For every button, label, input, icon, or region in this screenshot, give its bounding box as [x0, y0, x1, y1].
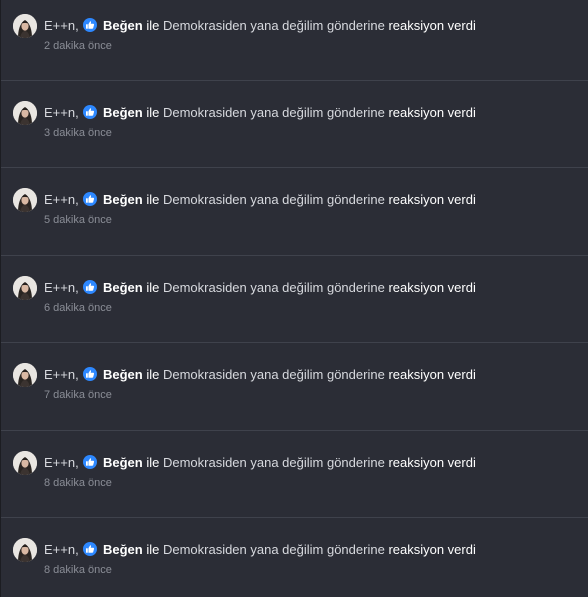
- notification-text: E++n, Beğen ile Demokrasiden yana değili…: [44, 455, 476, 471]
- notification-item[interactable]: E++n, Beğen ile Demokrasiden yana değili…: [1, 256, 588, 343]
- user-avatar[interactable]: [13, 14, 37, 38]
- post-text[interactable]: Demokrasiden yana değilim gönderine: [163, 542, 385, 557]
- notification-item[interactable]: E++n, Beğen ile Demokrasiden yana değili…: [1, 343, 588, 431]
- timestamp: 7 dakika önce: [44, 389, 112, 401]
- user-name[interactable]: E++n,: [44, 455, 79, 470]
- action-text: reaksiyon verdi: [388, 367, 476, 382]
- notification-item[interactable]: E++n, Beğen ile Demokrasiden yana değili…: [1, 81, 588, 168]
- action-text: reaksiyon verdi: [388, 192, 476, 207]
- notification-item[interactable]: E++n, Beğen ile Demokrasiden yana değili…: [1, 168, 588, 256]
- notification-list: E++n, Beğen ile Demokrasiden yana değili…: [0, 0, 588, 597]
- user-name[interactable]: E++n,: [44, 105, 79, 120]
- notification-text: E++n, Beğen ile Demokrasiden yana değili…: [44, 18, 476, 34]
- thumbs-up-icon: [83, 192, 98, 206]
- notification-item[interactable]: E++n, Beğen ile Demokrasiden yana değili…: [1, 0, 588, 81]
- post-text[interactable]: Demokrasiden yana değilim gönderine: [163, 367, 385, 382]
- thumbs-up-icon: [83, 280, 98, 294]
- post-text[interactable]: Demokrasiden yana değilim gönderine: [163, 192, 385, 207]
- user-name[interactable]: E++n,: [44, 192, 79, 207]
- user-name[interactable]: E++n,: [44, 18, 79, 33]
- thumbs-up-icon: [83, 542, 98, 556]
- notification-text: E++n, Beğen ile Demokrasiden yana değili…: [44, 367, 476, 383]
- notification-item[interactable]: E++n, Beğen ile Demokrasiden yana değili…: [1, 431, 588, 518]
- notification-text: E++n, Beğen ile Demokrasiden yana değili…: [44, 280, 476, 296]
- timestamp: 3 dakika önce: [44, 127, 112, 139]
- post-text[interactable]: Demokrasiden yana değilim gönderine: [163, 455, 385, 470]
- reaction-name: Beğen: [102, 542, 143, 557]
- reaction-name: Beğen: [102, 105, 143, 120]
- user-avatar[interactable]: [13, 101, 37, 125]
- connector-text: ile: [146, 18, 160, 33]
- user-avatar[interactable]: [13, 538, 37, 562]
- reaction-name: Beğen: [102, 367, 143, 382]
- action-text: reaksiyon verdi: [388, 280, 476, 295]
- user-avatar[interactable]: [13, 276, 37, 300]
- reaction-name: Beğen: [102, 192, 143, 207]
- action-text: reaksiyon verdi: [388, 105, 476, 120]
- connector-text: ile: [146, 542, 160, 557]
- thumbs-up-icon: [83, 105, 98, 119]
- thumbs-up-icon: [83, 367, 98, 381]
- connector-text: ile: [146, 455, 160, 470]
- post-text[interactable]: Demokrasiden yana değilim gönderine: [163, 18, 385, 33]
- connector-text: ile: [146, 280, 160, 295]
- reaction-name: Beğen: [102, 280, 143, 295]
- reaction-name: Beğen: [102, 18, 143, 33]
- action-text: reaksiyon verdi: [388, 455, 476, 470]
- user-avatar[interactable]: [13, 363, 37, 387]
- post-text[interactable]: Demokrasiden yana değilim gönderine: [163, 280, 385, 295]
- reaction-name: Beğen: [102, 455, 143, 470]
- timestamp: 2 dakika önce: [44, 40, 112, 52]
- thumbs-up-icon: [83, 455, 98, 469]
- user-name[interactable]: E++n,: [44, 280, 79, 295]
- post-text[interactable]: Demokrasiden yana değilim gönderine: [163, 105, 385, 120]
- user-name[interactable]: E++n,: [44, 542, 79, 557]
- notification-item[interactable]: E++n, Beğen ile Demokrasiden yana değili…: [1, 518, 588, 597]
- user-name[interactable]: E++n,: [44, 367, 79, 382]
- timestamp: 8 dakika önce: [44, 564, 112, 576]
- timestamp: 6 dakika önce: [44, 302, 112, 314]
- thumbs-up-icon: [83, 18, 98, 32]
- timestamp: 5 dakika önce: [44, 214, 112, 226]
- action-text: reaksiyon verdi: [388, 542, 476, 557]
- notification-text: E++n, Beğen ile Demokrasiden yana değili…: [44, 192, 476, 208]
- action-text: reaksiyon verdi: [388, 18, 476, 33]
- notification-text: E++n, Beğen ile Demokrasiden yana değili…: [44, 542, 476, 558]
- connector-text: ile: [146, 192, 160, 207]
- user-avatar[interactable]: [13, 188, 37, 212]
- user-avatar[interactable]: [13, 451, 37, 475]
- connector-text: ile: [146, 367, 160, 382]
- timestamp: 8 dakika önce: [44, 477, 112, 489]
- notification-text: E++n, Beğen ile Demokrasiden yana değili…: [44, 105, 476, 121]
- connector-text: ile: [146, 105, 160, 120]
